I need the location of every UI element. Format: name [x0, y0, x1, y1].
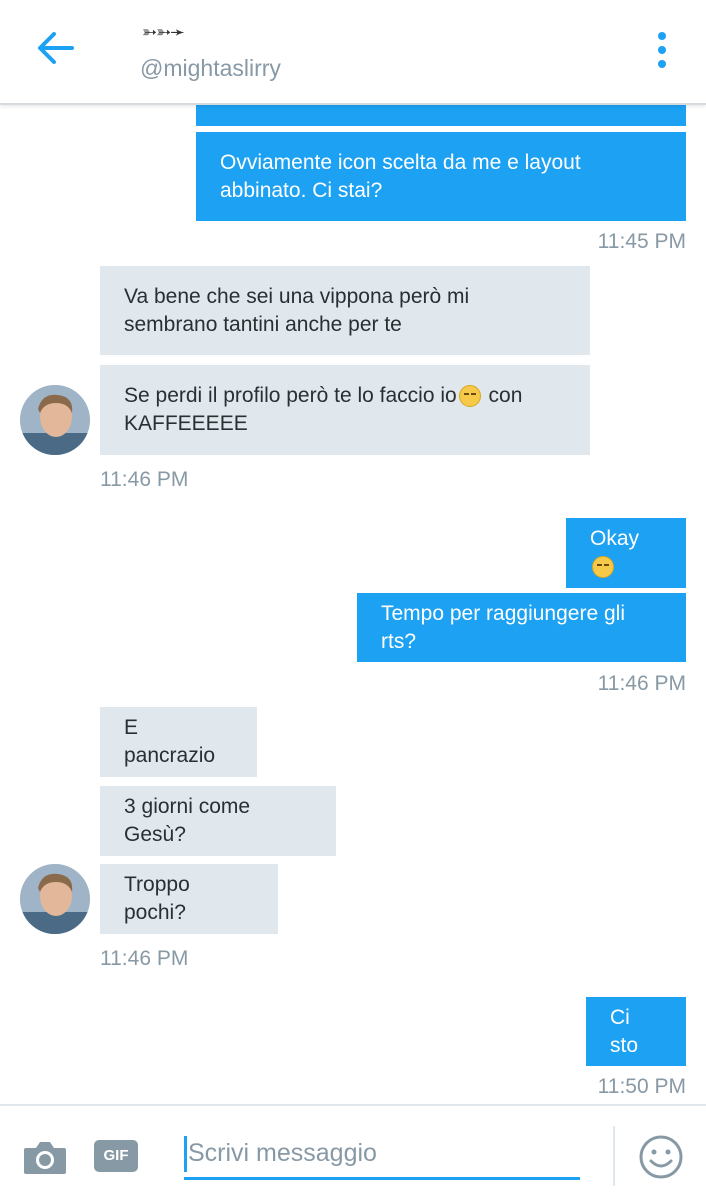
- message-text: Ovviamente icon scelta da me e layout ab…: [220, 150, 581, 202]
- gif-button[interactable]: GIF: [94, 1140, 138, 1172]
- received-message: Va bene che sei una vippona però mi semb…: [100, 266, 590, 355]
- avatar[interactable]: [20, 385, 90, 455]
- emoji-icon: [458, 385, 481, 408]
- avatar[interactable]: [20, 864, 90, 934]
- message-text: Okay: [590, 525, 662, 581]
- conversation-name: ➳➳➛: [142, 22, 185, 42]
- sent-message: Okay: [566, 518, 686, 588]
- received-message: Se perdi il profilo però te lo faccio io…: [100, 365, 590, 455]
- camera-icon: [24, 1142, 66, 1174]
- message-text: Troppo pochi?: [124, 873, 190, 924]
- received-message: E pancrazio: [100, 707, 257, 777]
- timestamp: 11:46 PM: [597, 672, 686, 695]
- camera-button[interactable]: [22, 1138, 68, 1176]
- message-composer: GIF: [0, 1104, 706, 1202]
- received-message: Troppo pochi?: [100, 864, 278, 934]
- message-text: Tempo per raggiungere gli rts?: [381, 601, 625, 653]
- text-cursor: [184, 1136, 187, 1172]
- more-options-button[interactable]: [648, 30, 678, 70]
- sent-message: Tempo per raggiungere gli rts?: [357, 593, 686, 662]
- message-text: Se perdi il profilo però te lo faccio io…: [124, 384, 523, 435]
- conversation-handle: @mightaslirry: [140, 55, 281, 81]
- received-message: 3 giorni come Gesù?: [100, 786, 336, 856]
- message-text: E pancrazio: [124, 716, 216, 767]
- sent-message: Ci sto: [586, 997, 686, 1066]
- message-thread[interactable]: Metti come icon LeW o ni cos Pancrazio O…: [0, 0, 706, 1104]
- conversation-header: ➳➳➛ @mightaslirry: [0, 0, 706, 105]
- timestamp: 11:46 PM: [100, 468, 189, 491]
- message-text: Va bene che sei una vippona però mi semb…: [124, 284, 470, 336]
- emoji-button[interactable]: [638, 1134, 684, 1180]
- message-input[interactable]: [184, 1130, 580, 1180]
- sent-message: Ovviamente icon scelta da me e layout ab…: [196, 132, 686, 221]
- message-text: Ci sto: [610, 1005, 639, 1057]
- message-text: 3 giorni come Gesù?: [124, 795, 251, 846]
- divider: [613, 1126, 615, 1186]
- timestamp: 11:46 PM: [100, 947, 189, 970]
- timestamp: 11:45 PM: [597, 230, 686, 253]
- back-arrow-icon: [38, 32, 74, 64]
- emoji-icon: [592, 556, 614, 579]
- smiley-icon: [639, 1135, 683, 1179]
- back-button[interactable]: [36, 30, 76, 66]
- timestamp: 11:50 PM: [597, 1075, 686, 1098]
